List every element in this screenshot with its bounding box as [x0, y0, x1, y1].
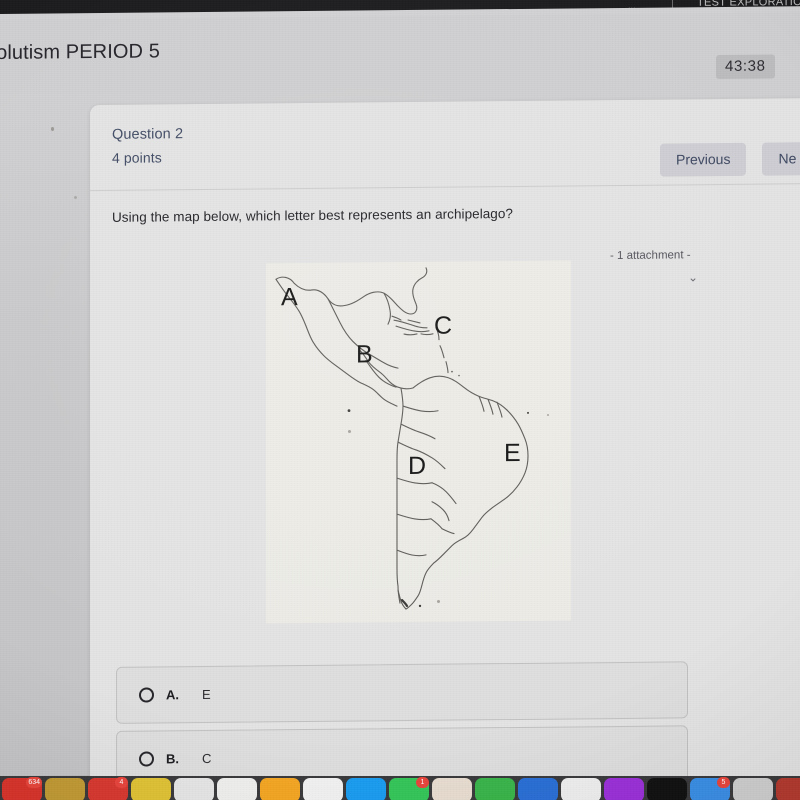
- chevron-down-icon[interactable]: ⌄: [688, 270, 698, 284]
- dock-icon-5[interactable]: [217, 778, 257, 800]
- dock-icon-16[interactable]: 5: [690, 777, 730, 800]
- dock-badge-9: 1: [416, 777, 429, 788]
- answer-value-b: C: [202, 750, 212, 767]
- dock-icon-9[interactable]: 1: [389, 777, 429, 800]
- question-number: Question 2: [112, 126, 184, 143]
- dock-icon-2[interactable]: 4: [88, 777, 128, 800]
- dock-icon-11[interactable]: [475, 778, 515, 800]
- dock-icon-10[interactable]: [432, 778, 472, 800]
- map-label-b: B: [356, 340, 373, 369]
- question-points: 4 points: [112, 149, 162, 166]
- answer-letter-b: B.: [166, 751, 179, 767]
- dock-badge-16: 5: [717, 777, 730, 788]
- map-label-c: C: [434, 311, 453, 340]
- dock-icon-0[interactable]: 634: [2, 777, 42, 800]
- map-attachment[interactable]: A B C D E: [266, 260, 571, 624]
- dock-icon-1[interactable]: [45, 778, 85, 800]
- attachment-note: - 1 attachment -: [610, 249, 691, 263]
- dock-icon-17[interactable]: [733, 778, 773, 800]
- dock-icon-6[interactable]: [260, 778, 300, 800]
- navigation-buttons: Previous Ne: [660, 142, 800, 177]
- dock-icon-4[interactable]: [174, 778, 214, 800]
- previous-button[interactable]: Previous: [660, 142, 747, 177]
- dock-icon-13[interactable]: [561, 778, 601, 800]
- radio-button-a[interactable]: [139, 687, 154, 703]
- dock-icon-8[interactable]: [346, 778, 386, 800]
- dock-icon-15[interactable]: [647, 778, 687, 800]
- dust-speck: [74, 196, 77, 199]
- dock-badge-0: 634: [26, 777, 42, 788]
- answer-value-a: E: [202, 686, 211, 703]
- next-button[interactable]: Ne: [762, 142, 800, 176]
- question-prompt: Using the map below, which letter best r…: [112, 206, 513, 225]
- quiz-page: solutism PERIOD 5 43:38 Question 2 4 poi…: [0, 6, 800, 786]
- card-divider: [90, 183, 800, 192]
- radio-button-b[interactable]: [139, 751, 154, 767]
- question-card: Question 2 4 points Previous Ne Using th…: [90, 98, 800, 786]
- dust-speck: [51, 127, 54, 131]
- dock-icon-3[interactable]: [131, 778, 171, 800]
- quiz-timer: 43:38: [716, 54, 775, 80]
- dock-badge-2: 4: [115, 777, 128, 788]
- quiz-title: solutism PERIOD 5: [0, 40, 160, 65]
- answer-option-a[interactable]: A. E: [116, 661, 688, 724]
- question-meta: Question 2 4 points: [112, 126, 183, 166]
- latin-america-map-svg: [266, 260, 571, 624]
- quiz-header: solutism PERIOD 5 43:38: [0, 12, 800, 94]
- macos-dock: 634 4 1 5: [0, 776, 800, 800]
- screenshot-photo: ... TEST EXPLORATIO solutism PERIOD 5 43…: [0, 0, 800, 800]
- dock-icon-18[interactable]: [776, 778, 800, 800]
- map-label-e: E: [504, 438, 521, 468]
- dock-icon-12[interactable]: [518, 778, 558, 800]
- dust-speck: [437, 600, 440, 603]
- dust-speck: [348, 430, 351, 433]
- dock-icon-14[interactable]: [604, 778, 644, 800]
- dust-speck: [547, 414, 549, 416]
- dock-icon-7[interactable]: [303, 778, 343, 800]
- answer-letter-a: A.: [166, 687, 179, 703]
- map-label-d: D: [408, 451, 427, 481]
- map-label-a: A: [281, 283, 298, 312]
